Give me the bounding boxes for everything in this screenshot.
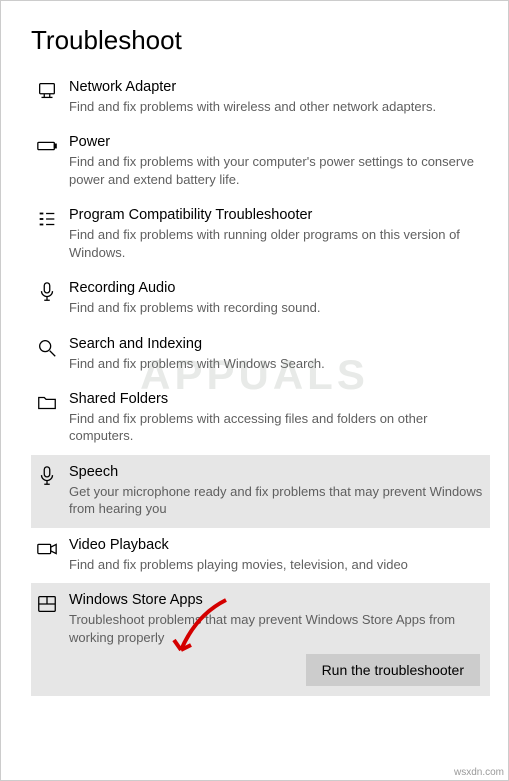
- network-adapter-icon: [33, 80, 61, 102]
- item-title: Windows Store Apps: [69, 591, 484, 610]
- folder-icon: [33, 392, 61, 414]
- item-title: Video Playback: [69, 536, 484, 555]
- item-title: Recording Audio: [69, 279, 484, 298]
- troubleshooter-list: Network Adapter Find and fix problems wi…: [31, 70, 490, 696]
- item-desc: Find and fix problems with accessing fil…: [69, 410, 484, 445]
- troubleshooter-item-shared-folders[interactable]: Shared Folders Find and fix problems wit…: [31, 382, 490, 455]
- item-desc: Find and fix problems with Windows Searc…: [69, 355, 484, 373]
- item-desc: Find and fix problems with wireless and …: [69, 98, 484, 116]
- troubleshooter-item-compatibility[interactable]: Program Compatibility Troubleshooter Fin…: [31, 198, 490, 271]
- troubleshooter-item-video-playback[interactable]: Video Playback Find and fix problems pla…: [31, 528, 490, 583]
- footer-watermark: wsxdn.com: [454, 767, 504, 778]
- item-desc: Find and fix problems with your computer…: [69, 153, 484, 188]
- troubleshooter-item-windows-store-apps[interactable]: Windows Store Apps Troubleshoot problems…: [31, 583, 490, 696]
- item-title: Shared Folders: [69, 390, 484, 409]
- video-icon: [33, 538, 61, 560]
- item-title: Speech: [69, 463, 484, 482]
- item-title: Power: [69, 133, 484, 152]
- search-icon: [33, 337, 61, 359]
- item-desc: Get your microphone ready and fix proble…: [69, 483, 484, 518]
- troubleshooter-item-speech[interactable]: Speech Get your microphone ready and fix…: [31, 455, 490, 528]
- microphone-icon: [33, 465, 61, 487]
- item-desc: Find and fix problems playing movies, te…: [69, 556, 484, 574]
- item-title: Program Compatibility Troubleshooter: [69, 206, 484, 225]
- store-icon: [33, 593, 61, 615]
- troubleshooter-item-network-adapter[interactable]: Network Adapter Find and fix problems wi…: [31, 70, 490, 125]
- item-title: Network Adapter: [69, 78, 484, 97]
- item-desc: Troubleshoot problems that may prevent W…: [69, 611, 484, 646]
- compatibility-icon: [33, 208, 61, 230]
- microphone-icon: [33, 281, 61, 303]
- troubleshooter-item-power[interactable]: Power Find and fix problems with your co…: [31, 125, 490, 198]
- page-title: Troubleshoot: [31, 25, 490, 56]
- power-icon: [33, 135, 61, 157]
- troubleshooter-item-recording-audio[interactable]: Recording Audio Find and fix problems wi…: [31, 271, 490, 326]
- run-troubleshooter-button[interactable]: Run the troubleshooter: [306, 654, 480, 686]
- item-desc: Find and fix problems with running older…: [69, 226, 484, 261]
- item-desc: Find and fix problems with recording sou…: [69, 299, 484, 317]
- troubleshooter-item-search-indexing[interactable]: Search and Indexing Find and fix problem…: [31, 327, 490, 382]
- item-title: Search and Indexing: [69, 335, 484, 354]
